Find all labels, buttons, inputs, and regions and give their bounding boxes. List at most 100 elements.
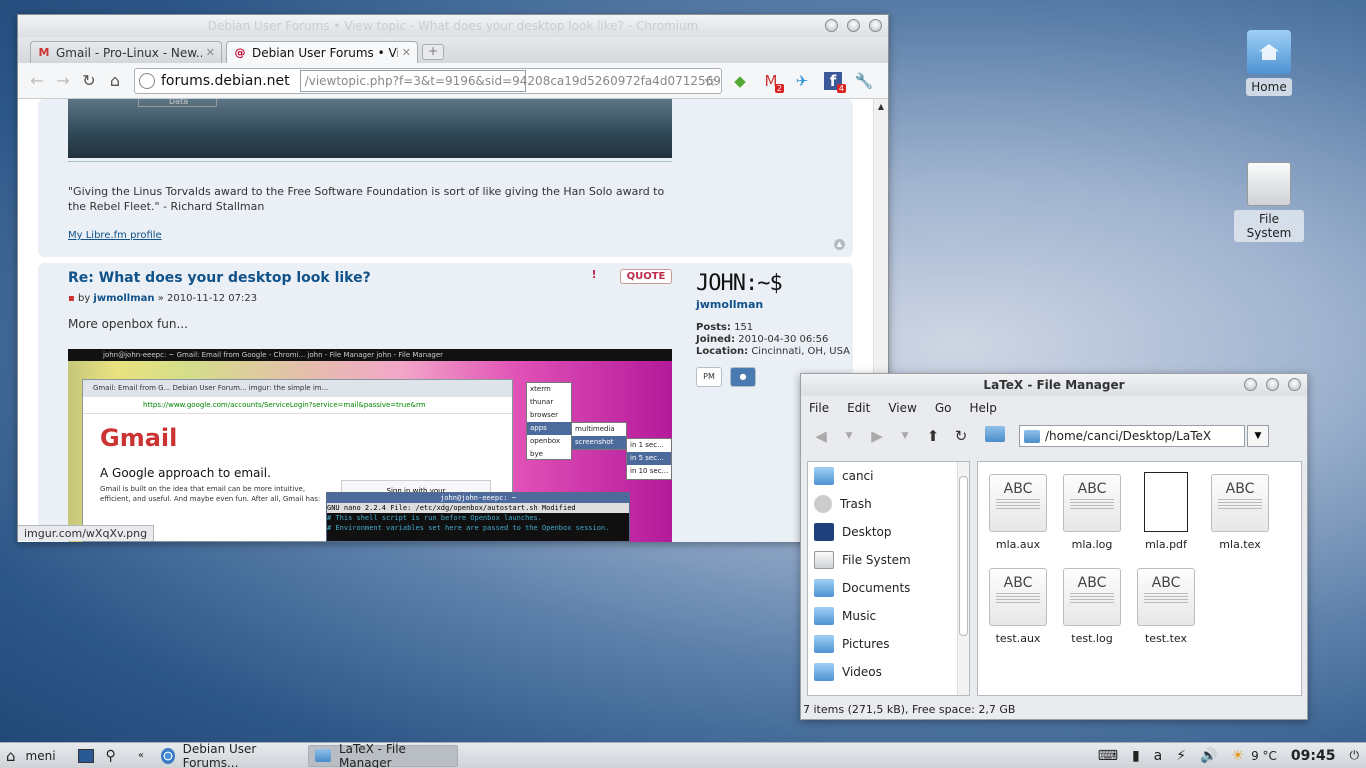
menu-edit[interactable]: Edit	[847, 401, 870, 415]
post-author-link[interactable]: jwmollman	[93, 293, 154, 304]
home-button[interactable]: ⌂	[102, 68, 128, 94]
desktop-icon-home[interactable]: Home	[1234, 30, 1304, 96]
scroll-up-icon[interactable]: ▲	[874, 99, 888, 111]
file-item[interactable]: ABC mla.log	[1057, 474, 1127, 551]
accessibility-icon[interactable]: a	[1154, 748, 1163, 764]
desktop-icon-filesystem[interactable]: File System	[1234, 162, 1304, 242]
status-bubble: imgur.com/wXqXv.png	[18, 525, 155, 541]
place-pictures[interactable]: Pictures	[808, 630, 969, 658]
keyboard-layout-icon[interactable]: ⌨	[1098, 748, 1118, 764]
place-desktop[interactable]: Desktop	[808, 518, 969, 546]
back-button[interactable]: ←	[24, 68, 50, 94]
post-icon: ▪	[68, 293, 75, 304]
volume-icon[interactable]: 🔊	[1200, 748, 1217, 764]
pdf-file-icon	[1144, 472, 1188, 532]
maximize-button[interactable]	[1266, 378, 1279, 391]
menu-help[interactable]: Help	[969, 401, 996, 415]
new-tab-button[interactable]: +	[422, 44, 444, 60]
website-globe-icon[interactable]: ●	[730, 367, 756, 387]
file-item[interactable]: ABC mla.aux	[983, 474, 1053, 551]
file-item[interactable]: ABC test.tex	[1131, 568, 1201, 645]
wrench-menu-icon[interactable]: 🔧	[851, 68, 877, 94]
weather-temp[interactable]: 9 °C	[1251, 749, 1277, 763]
address-bar[interactable]: forums.debian.net/viewtopic.php?f=3&t=91…	[134, 67, 722, 94]
clipboard-icon[interactable]: ▮	[1132, 748, 1140, 764]
menu-view[interactable]: View	[888, 401, 916, 415]
page-viewport: Data "Giving the Linus Torvalds award to…	[18, 99, 874, 542]
back-history-chevron-icon[interactable]: ▼	[835, 431, 863, 441]
place-videos[interactable]: Videos	[808, 658, 969, 686]
report-icon[interactable]: !	[586, 268, 602, 283]
taskbar: ⌂ meni ⚲ « Debian User Forums... LaTeX -…	[0, 742, 1366, 768]
trash-icon	[814, 495, 832, 513]
forward-icon[interactable]: ▶	[863, 427, 891, 445]
extension-facebook-icon[interactable]: f4	[820, 68, 846, 94]
place-canci[interactable]: canci	[808, 462, 969, 490]
gmail-icon: M	[38, 45, 50, 59]
home-folder-icon	[1247, 30, 1291, 74]
clock[interactable]: 09:45	[1291, 748, 1336, 764]
window-list-chevron-icon[interactable]: «	[132, 745, 150, 767]
file-item[interactable]: mla.pdf	[1131, 472, 1201, 551]
bookmark-star-icon[interactable]: ☆	[700, 72, 717, 90]
minimize-button[interactable]	[1244, 378, 1257, 391]
reload-button[interactable]: ↻	[76, 68, 102, 94]
sidebar-scrollbar[interactable]	[957, 462, 969, 695]
forward-history-chevron-icon[interactable]: ▼	[891, 431, 919, 441]
quote-button[interactable]: QUOTE	[620, 269, 672, 284]
maximize-button[interactable]	[847, 19, 860, 32]
forward-button[interactable]: →	[50, 68, 76, 94]
back-icon[interactable]: ◀	[807, 427, 835, 445]
tab-debian-forums[interactable]: @ Debian User Forums • Vi... ✕	[226, 41, 418, 63]
location-dropdown-button[interactable]: ▼	[1247, 425, 1269, 447]
location-field[interactable]: /home/canci/Desktop/LaTeX	[1019, 425, 1245, 447]
tab-gmail[interactable]: M Gmail - Pro-Linux - New... ✕	[30, 41, 222, 63]
browser-titlebar[interactable]: Debian User Forums • View topic - What d…	[18, 15, 888, 37]
pm-button[interactable]: PM	[696, 367, 722, 387]
extension-gmail-icon[interactable]: M2	[758, 68, 784, 94]
libre-fm-link[interactable]: My Libre.fm profile	[68, 230, 162, 241]
menu-file[interactable]: File	[809, 401, 829, 415]
place-trash[interactable]: Trash	[808, 490, 969, 518]
image-label: Data	[138, 99, 218, 107]
fm-toolbar: ◀ ▼ ▶ ▼ ⬆ ↻ /home/canci/Desktop/LaTeX ▼	[801, 420, 1307, 452]
tab-close-icon[interactable]: ✕	[402, 46, 411, 59]
place-documents[interactable]: Documents	[808, 574, 969, 602]
back-to-top-icon[interactable]: ▲	[834, 239, 845, 250]
start-menu-button[interactable]: ⌂ meni	[0, 745, 62, 767]
notification-badge: 4	[836, 83, 846, 93]
extension-feedly-icon[interactable]: ◆	[727, 68, 753, 94]
show-desktop-icon[interactable]	[72, 745, 100, 767]
place-music[interactable]: Music	[808, 602, 969, 630]
fm-titlebar[interactable]: LaTeX - File Manager	[801, 374, 1307, 396]
post-by: by	[77, 293, 91, 304]
shot-submenu: multimedia screenshot	[571, 422, 627, 450]
post-title[interactable]: Re: What does your desktop look like?	[68, 270, 371, 286]
menu-go[interactable]: Go	[935, 401, 952, 415]
network-icon[interactable]: ⚡	[1176, 748, 1186, 764]
menu-label: meni	[25, 748, 56, 763]
search-icon[interactable]: ⚲	[100, 745, 122, 767]
minimize-button[interactable]	[825, 19, 838, 32]
file-item[interactable]: ABC test.log	[1057, 568, 1127, 645]
home-folder-button[interactable]	[981, 426, 1009, 446]
reload-icon[interactable]: ↻	[947, 427, 975, 445]
file-item[interactable]: ABC mla.tex	[1205, 474, 1275, 551]
signature-image: Data	[68, 99, 672, 158]
tab-close-icon[interactable]: ✕	[206, 46, 215, 59]
close-button[interactable]	[869, 19, 882, 32]
task-chromium[interactable]: Debian User Forums...	[154, 742, 304, 768]
extension-twitter-icon[interactable]: ✈	[789, 68, 815, 94]
embedded-screenshot[interactable]: john@john-eeepc: ~ Gmail: Email from Goo…	[68, 349, 672, 542]
page-icon	[139, 72, 155, 89]
power-icon[interactable]: ⏻	[1350, 748, 1360, 763]
profile-username-link[interactable]: jwmollman	[696, 299, 850, 311]
parent-folder-icon[interactable]: ⬆	[919, 427, 947, 445]
shot-body: Gmail is built on the idea that email ca…	[100, 485, 321, 503]
file-item[interactable]: ABC test.aux	[983, 568, 1053, 645]
task-file-manager[interactable]: LaTeX - File Manager	[307, 742, 458, 768]
folder-icon	[1024, 429, 1040, 443]
tab-strip: M Gmail - Pro-Linux - New... ✕ @ Debian …	[18, 37, 888, 63]
place-filesystem[interactable]: File System	[808, 546, 969, 574]
close-button[interactable]	[1288, 378, 1301, 391]
